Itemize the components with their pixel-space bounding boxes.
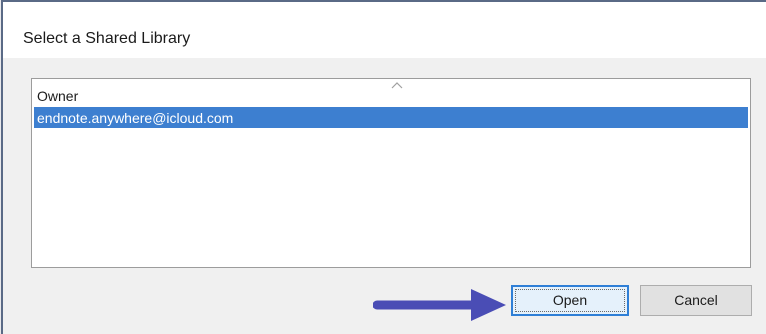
open-button[interactable]: Open [511,285,629,316]
arrow-right-icon [373,289,506,321]
sort-ascending-icon [391,82,403,89]
select-shared-library-dialog: Select a Shared Library Owner endnote.an… [1,0,766,334]
dialog-title-bar: Select a Shared Library [3,2,766,58]
column-header-label: Owner [37,88,79,104]
list-item[interactable]: endnote.anywhere@icloud.com [34,107,748,128]
dialog-title: Select a Shared Library [23,30,191,47]
list-item-owner: endnote.anywhere@icloud.com [37,110,234,126]
column-header-owner[interactable]: Owner [32,79,750,105]
shared-library-list[interactable]: Owner endnote.anywhere@icloud.com [31,78,751,268]
cancel-button[interactable]: Cancel [640,285,752,316]
